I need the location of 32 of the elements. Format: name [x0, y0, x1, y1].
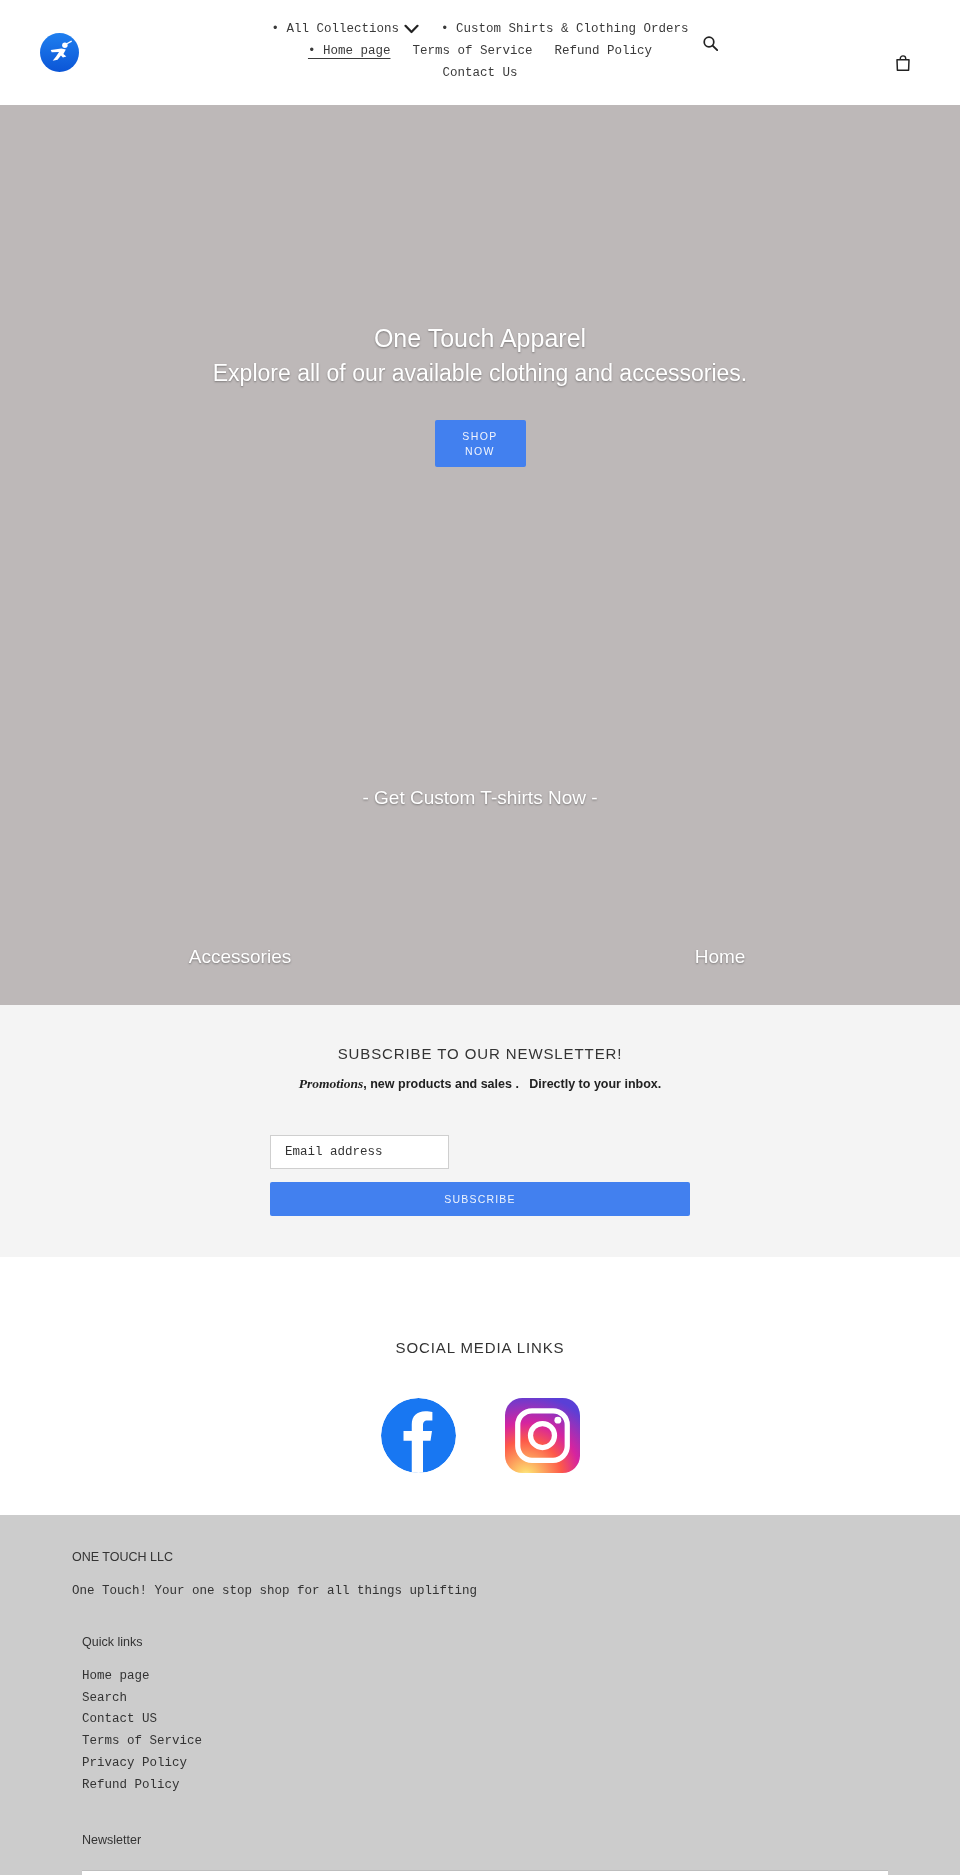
subscribe-button[interactable]: SUBSCRIBE [270, 1182, 690, 1216]
nav-link[interactable]: Contact Us [442, 62, 518, 84]
facebook-icon[interactable] [380, 1398, 456, 1473]
shop-now-button[interactable]: SHOP NOW [434, 420, 526, 467]
footer-link[interactable]: Search [82, 1687, 127, 1710]
footer-link[interactable]: Privacy Policy [82, 1752, 188, 1775]
company-name: ONE TOUCH LLC [72, 1549, 174, 1566]
social-heading: SOCIAL MEDIA LINKS [395, 1338, 565, 1358]
logo-icon[interactable] [40, 33, 79, 72]
nav-link[interactable]: Refund Policy [554, 40, 653, 62]
nav-link[interactable]: • Home page [307, 40, 391, 62]
footer-link[interactable]: Contact US [82, 1709, 157, 1732]
footer-link[interactable]: Home page [82, 1666, 150, 1688]
footer-link[interactable]: Refund Policy [82, 1774, 180, 1797]
newsletter-text: Promotions, new products and sales . Directly to your inbox. [298, 1075, 662, 1093]
chevron-down-icon[interactable] [404, 24, 419, 34]
footer-tagline: One Touch! Your one stop shop for all things uplifting [72, 1583, 479, 1600]
footer-link[interactable]: Terms of Service [82, 1731, 203, 1753]
footer-newsletter-heading: Newsletter [82, 1832, 143, 1850]
newsletter-heading: SUBSCRIBE TO OUR NEWSLETTER! [337, 1044, 623, 1064]
hero-title: One Touch Apparel [373, 323, 587, 354]
shopping-bag-icon[interactable] [896, 55, 910, 71]
hero-tagline: - Get Custom T-shirts Now - [362, 786, 598, 810]
nav-link[interactable]: Terms of Service [412, 40, 533, 62]
instagram-icon[interactable] [504, 1398, 580, 1473]
search-icon[interactable] [703, 36, 718, 51]
nav-link[interactable]: • Custom Shirts & Clothing Orders [441, 18, 689, 40]
nav-link[interactable]: • All Collections [271, 18, 419, 40]
footer-email-field[interactable] [82, 1870, 888, 1875]
quick-links-heading: Quick links [82, 1634, 144, 1651]
email-field[interactable]: Email address [270, 1135, 449, 1169]
hero-subtitle: Explore all of our available clothing and accessories. [212, 359, 748, 388]
